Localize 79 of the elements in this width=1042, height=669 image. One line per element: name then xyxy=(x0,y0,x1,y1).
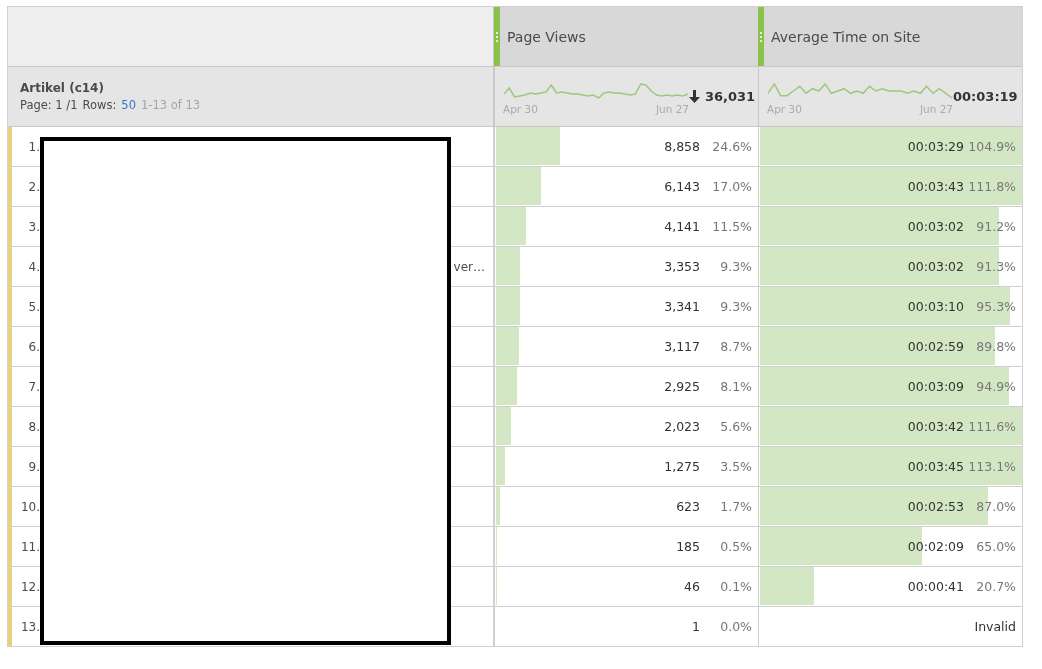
total-value: 36,031 xyxy=(705,89,756,104)
percent-label: 91.2% xyxy=(975,219,1016,234)
table-cell: Invalid xyxy=(974,619,1016,634)
percent-label: 1.7% xyxy=(719,499,752,514)
percent-label: 9.3% xyxy=(719,299,752,314)
percent-label: 17.0% xyxy=(711,179,752,194)
percent-label: 0.1% xyxy=(719,579,752,594)
percent-label: 113.1% xyxy=(967,459,1016,474)
table-cell: 00:03:10 xyxy=(907,299,964,314)
table-cell: 00:02:53 xyxy=(907,499,964,514)
percent-label: 11.5% xyxy=(711,219,752,234)
row-number: 8. xyxy=(27,419,40,434)
table-cell: 623 xyxy=(676,499,700,514)
percent-label: 3.5% xyxy=(719,459,752,474)
table-cell: 00:03:09 xyxy=(907,379,964,394)
table-cell: 00:02:09 xyxy=(907,539,964,554)
percent-label: 104.9% xyxy=(967,139,1016,154)
table-cell: 2,925 xyxy=(664,379,700,394)
table-cell: 3,341 xyxy=(664,299,700,314)
table-cell: 4,141 xyxy=(664,219,700,234)
percent-label: 0.5% xyxy=(719,539,752,554)
percent-label: 95.3% xyxy=(975,299,1016,314)
table-cell: 00:03:43 xyxy=(907,179,964,194)
date-label: Apr 30 xyxy=(503,103,538,115)
row-number: 13. xyxy=(19,619,40,634)
row-number: 10. xyxy=(19,499,40,514)
table-cell: 8,858 xyxy=(664,139,700,154)
percent-label: 65.0% xyxy=(975,539,1016,554)
table-cell: 00:03:02 xyxy=(907,259,964,274)
table-cell: 00:03:45 xyxy=(907,459,964,474)
percent-label: 9.3% xyxy=(719,259,752,274)
table-cell: 00:03:29 xyxy=(907,139,964,154)
table-cell: 00:00:41 xyxy=(907,579,964,594)
row-number: 5. xyxy=(27,299,40,314)
percent-label: 91.3% xyxy=(975,259,1016,274)
percent-label: 0.0% xyxy=(719,619,752,634)
date-label: Jun 27 xyxy=(655,103,689,115)
table-cell: 00:02:59 xyxy=(907,339,964,354)
percent-label: 87.0% xyxy=(975,499,1016,514)
percent-label: 8.1% xyxy=(719,379,752,394)
row-number: 7. xyxy=(27,379,40,394)
column-header[interactable]: Average Time on Site xyxy=(758,7,1022,67)
table-cell: 3,353 xyxy=(664,259,700,274)
table-cell: 2,023 xyxy=(664,419,700,434)
row-number: 1. xyxy=(27,139,40,154)
date-label: Jun 27 xyxy=(919,103,953,115)
percent-label: 111.8% xyxy=(967,179,1016,194)
percent-label: 8.7% xyxy=(719,339,752,354)
percent-label: 111.6% xyxy=(967,419,1016,434)
table-cell: 3,117 xyxy=(664,339,700,354)
table-cell: 1,275 xyxy=(664,459,700,474)
dimension-title: Artikel (c14) xyxy=(20,81,104,95)
row-number: 3. xyxy=(27,219,40,234)
table-cell: 00:03:42 xyxy=(907,419,964,434)
row-number: 2. xyxy=(27,179,40,194)
table-cell: 00:03:02 xyxy=(907,219,964,234)
column-header[interactable]: Page Views xyxy=(494,7,758,67)
page-label: Page: 1 /1 xyxy=(20,98,78,112)
date-label: Apr 30 xyxy=(767,103,802,115)
rows-link[interactable]: 50 xyxy=(121,98,136,112)
percent-label: 20.7% xyxy=(975,579,1016,594)
row-number: 12. xyxy=(19,579,40,594)
table-cell: 46 xyxy=(684,579,700,594)
table-cell: 1 xyxy=(692,619,700,634)
row-label[interactable]: ver… xyxy=(453,259,485,274)
percent-label: 5.6% xyxy=(719,419,752,434)
percent-label: 89.8% xyxy=(975,339,1016,354)
table-cell: 185 xyxy=(676,539,700,554)
row-number: 9. xyxy=(27,459,40,474)
row-number: 6. xyxy=(27,339,40,354)
percent-label: 94.9% xyxy=(975,379,1016,394)
row-number: 11. xyxy=(19,539,40,554)
row-number: 4. xyxy=(27,259,40,274)
total-value: 00:03:19 xyxy=(953,89,1018,104)
table-cell: 6,143 xyxy=(664,179,700,194)
down-arrow-icon xyxy=(689,90,700,103)
rows-label: Rows: xyxy=(82,98,117,112)
range-label: 1-13 of 13 xyxy=(140,98,201,112)
percent-label: 24.6% xyxy=(711,139,752,154)
